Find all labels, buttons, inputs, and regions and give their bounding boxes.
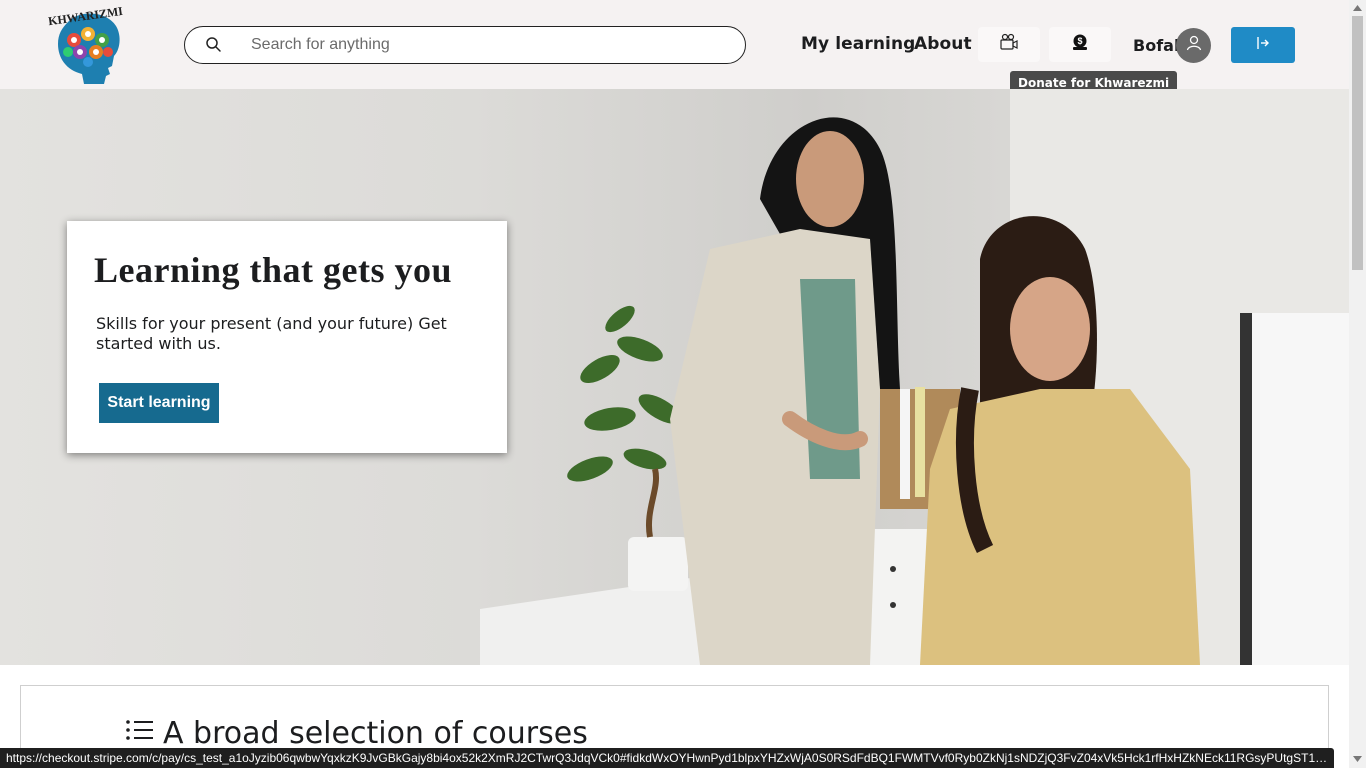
scroll-down-arrow-icon[interactable] bbox=[1352, 754, 1363, 764]
start-learning-button[interactable]: Start learning bbox=[99, 383, 219, 423]
hero-banner: Learning that gets you Skills for your p… bbox=[0, 89, 1349, 665]
hero-card: Learning that gets you Skills for your p… bbox=[67, 221, 507, 453]
hero-subtitle: Skills for your present (and your future… bbox=[96, 314, 447, 353]
section-title: A broad selection of courses bbox=[163, 716, 588, 751]
hero-title: Learning that gets you bbox=[94, 250, 453, 290]
logout-button[interactable] bbox=[1231, 27, 1295, 63]
scroll-up-arrow-icon[interactable] bbox=[1352, 3, 1363, 13]
video-camera-icon bbox=[999, 33, 1019, 56]
donate-button[interactable]: $ bbox=[1049, 27, 1111, 62]
scrollbar-thumb[interactable] bbox=[1352, 16, 1363, 270]
donate-icon: $ bbox=[1071, 33, 1089, 56]
link-status-bar: https://checkout.stripe.com/c/pay/cs_tes… bbox=[0, 748, 1334, 768]
search-input[interactable] bbox=[251, 33, 721, 57]
khwarizmi-logo[interactable]: KHWARIZMI bbox=[47, 4, 124, 86]
user-name[interactable]: Bofal bbox=[1133, 36, 1179, 55]
video-button[interactable] bbox=[978, 27, 1040, 62]
top-header: KHWARIZMI My learning About $ Donate for… bbox=[0, 0, 1349, 95]
list-icon bbox=[125, 716, 155, 751]
section-heading: A broad selection of courses bbox=[125, 716, 588, 751]
user-icon bbox=[1185, 34, 1203, 57]
search-bar[interactable] bbox=[184, 26, 746, 64]
search-icon[interactable] bbox=[205, 36, 223, 54]
nav-my-learning[interactable]: My learning bbox=[801, 34, 915, 54]
nav-about[interactable]: About bbox=[914, 34, 972, 54]
svg-text:$: $ bbox=[1077, 36, 1082, 46]
avatar[interactable] bbox=[1176, 28, 1211, 63]
logout-icon bbox=[1255, 35, 1271, 56]
